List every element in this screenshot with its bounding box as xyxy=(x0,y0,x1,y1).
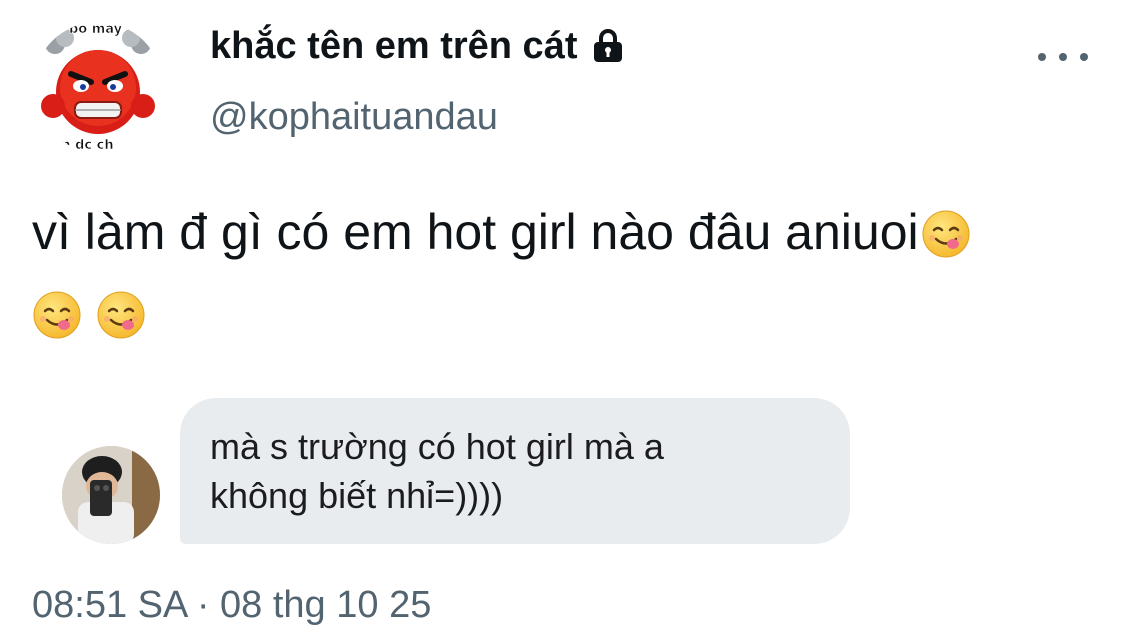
display-name[interactable]: khắc tên em trên cát xyxy=(210,25,627,68)
emoji-row xyxy=(32,290,146,340)
display-name-text: khắc tên em trên cát xyxy=(210,25,578,67)
avatar-caption-bottom: m dc ch xyxy=(57,138,114,152)
face-savoring-food-emoji xyxy=(32,290,82,340)
face-savoring-food-emoji xyxy=(921,209,971,259)
tweet-text: vì làm đ gì có em hot girl nào đâu aniuo… xyxy=(32,200,1102,264)
more-icon-dot xyxy=(1059,53,1067,61)
lock-icon xyxy=(589,28,627,66)
author-avatar[interactable]: bo may m dc ch xyxy=(33,22,163,152)
message-line-2: không biết nhỉ=)))) xyxy=(210,475,504,516)
avatar-caption-top: bo may xyxy=(69,22,123,37)
timestamp-time: 08:51 SA xyxy=(32,584,187,626)
message-line-1: mà s trường có hot girl mà a xyxy=(210,426,664,467)
sender-avatar xyxy=(62,446,160,544)
tweet-text-content: vì làm đ gì có em hot girl nào đâu aniuo… xyxy=(32,204,919,260)
face-savoring-food-emoji xyxy=(96,290,146,340)
message-bubble: mà s trường có hot girl mà a không biết … xyxy=(180,398,850,544)
timestamp-date: 08 thg 10 25 xyxy=(220,584,432,626)
user-handle[interactable]: @kophaituandau xyxy=(210,96,498,139)
more-icon xyxy=(1038,53,1046,61)
timestamp-separator: · xyxy=(196,584,210,626)
timestamp[interactable]: 08:51 SA · 08 thg 10 25 xyxy=(32,584,431,627)
more-icon-dot xyxy=(1080,53,1088,61)
more-options-button[interactable] xyxy=(1038,43,1088,71)
